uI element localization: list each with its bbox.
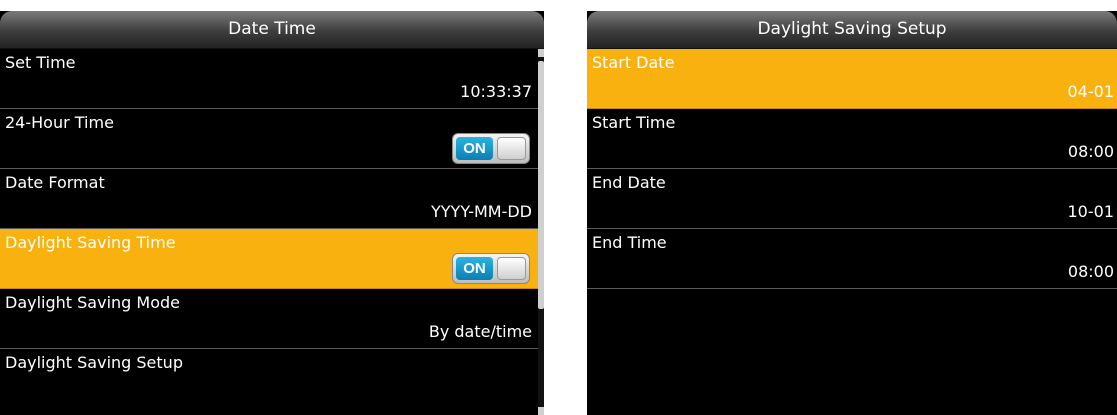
set-time-label: Set Time [5, 53, 76, 72]
date-format-label: Date Format [5, 173, 105, 192]
start-date-value: 04-01 [1067, 82, 1115, 101]
daylight-saving-setup-screen: Daylight Saving Setup Start Date 04-01 S… [587, 11, 1117, 415]
start-time-label: Start Time [592, 113, 676, 132]
daylight-setup-title: Daylight Saving Setup [587, 11, 1117, 49]
set-time-value: 10:33:37 [460, 82, 532, 101]
end-date-label: End Date [592, 173, 666, 192]
end-date-value: 10-01 [1067, 202, 1115, 221]
menu-item-24-hour-time[interactable]: 24-Hour Time ON [0, 109, 544, 169]
menu-item-daylight-saving-time[interactable]: Daylight Saving Time ON [0, 229, 544, 289]
scroll-thumb[interactable] [538, 61, 544, 309]
daylight-saving-mode-value: By date/time [428, 322, 532, 341]
daylight-saving-setup-label: Daylight Saving Setup [5, 353, 183, 372]
24-hour-time-toggle[interactable]: ON [452, 133, 530, 164]
end-time-label: End Time [592, 233, 667, 252]
scroll-down-arrow-icon[interactable] [538, 407, 544, 415]
scroll-up-arrow-icon[interactable] [538, 49, 544, 57]
date-time-menu: Set Time 10:33:37 24-Hour Time ON Date F… [0, 49, 544, 409]
daylight-saving-time-label: Daylight Saving Time [5, 233, 176, 252]
daylight-setup-menu: Start Date 04-01 Start Time 08:00 End Da… [587, 49, 1117, 289]
start-time-value: 08:00 [1067, 142, 1114, 161]
scrollbar[interactable] [538, 49, 544, 415]
date-time-screen: Date Time Set Time 10:33:37 24-Hour Time… [0, 11, 544, 415]
menu-item-end-date[interactable]: End Date 10-01 [587, 169, 1117, 229]
menu-item-start-date[interactable]: Start Date 04-01 [587, 49, 1117, 109]
date-format-value: YYYY-MM-DD [431, 202, 532, 221]
toggle-on-label: ON [456, 137, 493, 160]
menu-item-start-time[interactable]: Start Time 08:00 [587, 109, 1117, 169]
date-time-title: Date Time [0, 11, 544, 49]
toggle-knob [497, 137, 526, 160]
menu-item-set-time[interactable]: Set Time 10:33:37 [0, 49, 544, 109]
toggle-knob [497, 257, 526, 280]
menu-item-date-format[interactable]: Date Format YYYY-MM-DD [0, 169, 544, 229]
daylight-saving-mode-label: Daylight Saving Mode [5, 293, 180, 312]
24-hour-time-label: 24-Hour Time [5, 113, 114, 132]
start-date-label: Start Date [592, 53, 675, 72]
toggle-on-label: ON [456, 257, 493, 280]
menu-item-daylight-saving-setup[interactable]: Daylight Saving Setup [0, 349, 544, 409]
menu-item-daylight-saving-mode[interactable]: Daylight Saving Mode By date/time [0, 289, 544, 349]
menu-item-end-time[interactable]: End Time 08:00 [587, 229, 1117, 289]
end-time-value: 08:00 [1067, 262, 1114, 281]
daylight-saving-time-toggle[interactable]: ON [452, 253, 530, 284]
